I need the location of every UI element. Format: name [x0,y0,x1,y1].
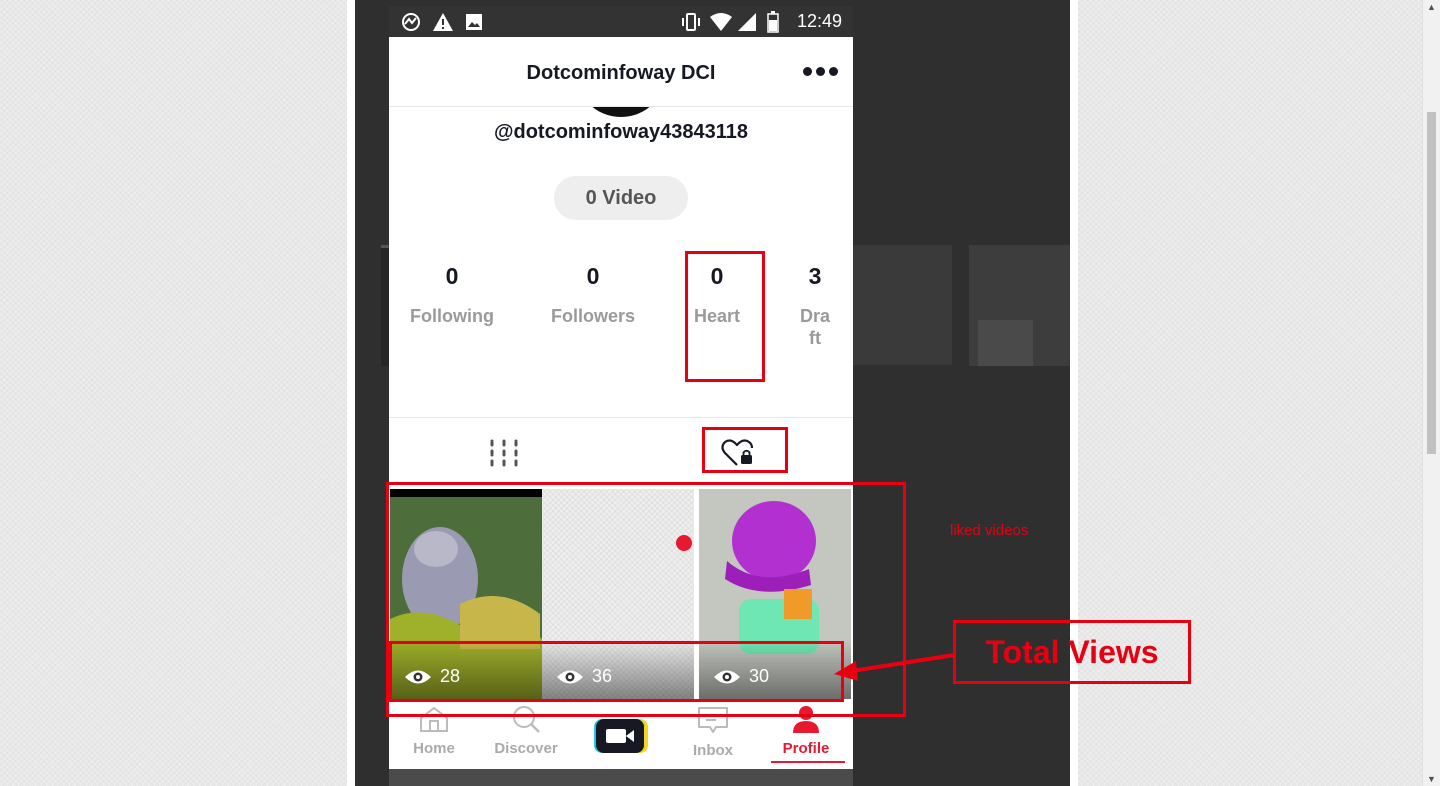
warning-icon [433,13,453,31]
annotation-views-box [389,641,844,702]
sync-icon [402,13,420,31]
stat-value: 0 [586,263,600,289]
signal-icon [738,13,756,31]
status-time: 12:49 [796,11,842,31]
page-title: Dotcominfoway DCI [526,62,716,84]
phone-bottom-bar [389,769,853,786]
annotation-liked-tab-box [702,427,788,473]
stat-followers[interactable]: 0 Followers [547,263,639,327]
more-dots-icon[interactable] [801,63,841,81]
image-icon [466,14,482,30]
active-tab-underline [771,761,845,763]
page-scrollbar[interactable]: ▲ ▼ [1422,0,1440,786]
grid-icon [490,439,518,467]
tabbar-label: Discover [494,740,558,757]
stat-following[interactable]: 0 Following [407,263,497,327]
tabbar-label: Inbox [693,742,733,759]
background-thumbnail [852,245,952,365]
stat-label: Following [410,306,494,326]
tabbar-label: Home [413,740,455,757]
annotation-heart-box [685,251,765,382]
annotation-arrow-icon [834,653,955,681]
scroll-up-arrow-icon[interactable]: ▲ [1423,0,1440,14]
scroll-down-arrow-icon[interactable]: ▼ [1423,772,1440,786]
battery-icon [767,11,779,33]
stat-drafts[interactable]: 3 Dra ft [795,263,835,349]
vibrate-icon [682,13,700,31]
tabbar-item-record[interactable] [581,717,661,762]
app-header: Dotcominfoway DCI [389,37,853,107]
tabs-divider [389,417,853,418]
record-icon [594,719,648,753]
background-thumbnail [978,320,1033,366]
tabbar-label: Profile [782,740,830,757]
tab-videos-grid[interactable] [475,431,535,475]
annotation-liked-videos-label: liked videos [950,522,1029,539]
wifi-icon [710,13,732,31]
profile-username: @dotcominfoway43843118 [493,121,749,143]
scrollbar-thumb[interactable] [1427,112,1436,454]
stat-label: Dra ft [799,306,830,348]
status-bar: 12:49 [389,6,853,37]
video-count-badge[interactable]: 0 Video [554,176,688,220]
stat-value: 0 [445,263,459,289]
annotation-total-views-label: Total Views [953,620,1191,684]
stat-label: Followers [550,306,635,326]
stat-value: 3 [808,263,822,289]
